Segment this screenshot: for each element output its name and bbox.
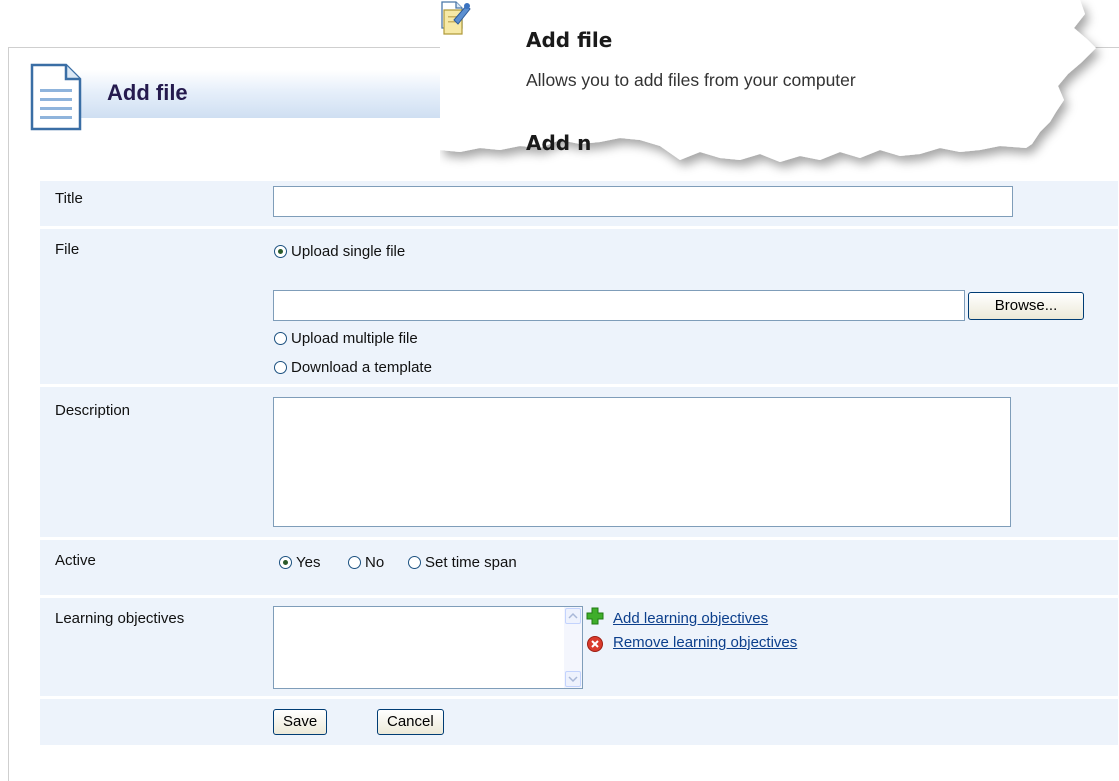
- callout-title: Add file: [526, 28, 613, 52]
- radio-icon[interactable]: [348, 556, 361, 569]
- learning-objectives-list[interactable]: [273, 606, 583, 689]
- file-row: File Upload single file Browse... Upload…: [40, 229, 1118, 384]
- active-no-label: No: [365, 554, 385, 571]
- radio-icon[interactable]: [274, 332, 287, 345]
- save-button[interactable]: Save: [273, 709, 328, 735]
- page-edit-icon: [443, 3, 471, 35]
- active-yes-label: Yes: [296, 554, 321, 571]
- browse-button[interactable]: Browse...: [968, 292, 1084, 320]
- document-icon: [30, 63, 82, 131]
- radio-icon[interactable]: [274, 361, 287, 374]
- upload-multiple-label: Upload multiple file: [291, 330, 418, 347]
- upload-multiple-radio[interactable]: Upload multiple file: [274, 330, 418, 347]
- file-path-input[interactable]: [273, 290, 965, 321]
- callout-next-item: Add n: [526, 131, 592, 155]
- upload-single-radio[interactable]: Upload single file: [274, 243, 405, 260]
- title-input[interactable]: [273, 186, 1013, 217]
- active-row: Active Yes No Set time span: [40, 540, 1118, 595]
- download-template-label: Download a template: [291, 359, 432, 376]
- chevron-down-icon: [568, 676, 578, 683]
- description-textarea[interactable]: [273, 397, 1011, 527]
- title-label: Title: [55, 190, 83, 207]
- scroll-up-button[interactable]: [565, 608, 581, 624]
- learning-objectives-label: Learning objectives: [55, 610, 185, 627]
- add-learning-objectives-link[interactable]: Add learning objectives: [613, 610, 768, 627]
- radio-selected-icon[interactable]: [274, 245, 287, 258]
- active-label: Active: [55, 552, 96, 569]
- learning-objectives-row: Learning objectives Add learning objecti…: [40, 598, 1118, 696]
- active-timespan-label: Set time span: [425, 554, 517, 571]
- file-label: File: [55, 241, 80, 258]
- radio-selected-icon[interactable]: [279, 556, 292, 569]
- chevron-up-icon: [568, 612, 578, 619]
- active-no-radio[interactable]: No: [348, 554, 384, 571]
- plus-icon[interactable]: [586, 607, 604, 625]
- list-scrollbar[interactable]: [564, 607, 582, 688]
- scroll-down-button[interactable]: [565, 671, 581, 687]
- zoom-callout: Add file Allows you to add files from yo…: [440, 0, 1119, 190]
- delete-circle-icon[interactable]: [586, 635, 604, 653]
- title-row: Title: [40, 181, 1118, 226]
- active-yes-radio[interactable]: Yes: [279, 554, 320, 571]
- actions-row: Save Cancel: [40, 699, 1118, 745]
- radio-icon[interactable]: [408, 556, 421, 569]
- page-title: Add file: [107, 80, 188, 105]
- callout-description: Allows you to add files from your comput…: [526, 70, 856, 90]
- download-template-radio[interactable]: Download a template: [274, 359, 432, 376]
- active-timespan-radio[interactable]: Set time span: [408, 554, 517, 571]
- description-label: Description: [55, 402, 131, 419]
- description-row: Description: [40, 387, 1118, 537]
- cancel-button[interactable]: Cancel: [377, 709, 444, 735]
- remove-learning-objectives-link[interactable]: Remove learning objectives: [613, 634, 797, 651]
- upload-single-label: Upload single file: [291, 243, 406, 260]
